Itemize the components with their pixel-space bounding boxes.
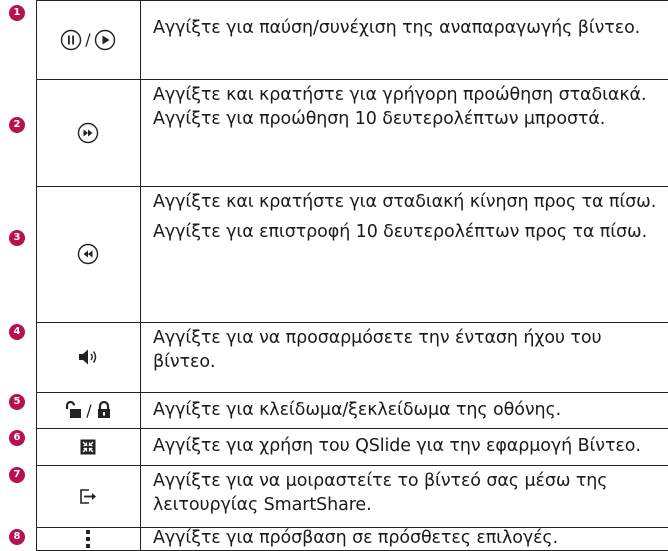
row-description: Αγγίξτε για παύση/συνέχιση της αναπαραγω… xyxy=(153,16,661,40)
row-number-badge: 2 xyxy=(9,117,25,133)
row-number-badge: 3 xyxy=(9,230,25,246)
description-paragraph: Αγγίξτε για κλείδωμα/ξεκλείδωμα της οθόν… xyxy=(153,400,562,420)
table-row: 3 Αγγίξτε και κρατήστε για σταδιακή κίνη… xyxy=(0,186,668,322)
table-row: 6 Αγγίξτε για χρήση του QSlide για την ε… xyxy=(0,428,668,465)
smartshare-icon xyxy=(80,489,96,504)
rewind-icon xyxy=(77,243,99,265)
more-options-icon xyxy=(86,530,90,548)
table-row: 7 Αγγίξτε για να μοιραστείτε το βίντεό σ… xyxy=(0,465,668,527)
description-paragraph: Αγγίξτε για χρήση του QSlide για την εφα… xyxy=(153,436,641,456)
fast-forward-icon xyxy=(77,122,99,143)
table-row: 2 Αγγίξτε και κρατήστε για γρήγορη προώθ… xyxy=(0,79,668,186)
icon-separator: / xyxy=(85,30,91,49)
play-icon xyxy=(94,29,115,50)
table-row: 4 Αγγίξτε για να προσαρμόσετε την ένταση… xyxy=(0,322,668,392)
row-description: Αγγίξτε και κρατήστε για σταδιακή κίνηση… xyxy=(153,190,661,244)
row-description: Αγγίξτε και κρατήστε για γρήγορη προώθησ… xyxy=(153,83,661,131)
description-paragraph: Αγγίξτε και κρατήστε για σταδιακή κίνηση… xyxy=(153,192,657,212)
pause-icon xyxy=(61,29,82,50)
description-paragraph: Αγγίξτε και κρατήστε για γρήγορη προώθησ… xyxy=(153,85,647,129)
icon-cell xyxy=(36,186,140,322)
table-row: 8 Αγγίξτε για πρόσβαση σε πρόσθετες επιλ… xyxy=(0,527,668,551)
row-description: Αγγίξτε για κλείδωμα/ξεκλείδωμα της οθόν… xyxy=(153,398,661,422)
row-number-badge: 7 xyxy=(9,467,25,483)
row-description: Αγγίξτε για να μοιραστείτε το βίντεό σας… xyxy=(153,469,661,517)
icon-cell xyxy=(36,465,140,527)
unlock-icon xyxy=(66,400,82,418)
qslide-icon xyxy=(80,439,96,454)
description-paragraph: Αγγίξτε για επιστροφή 10 δευτερολέπτων π… xyxy=(153,222,648,242)
volume-icon xyxy=(79,349,97,365)
table-row: 1 / Αγγίξτε για παύση/συνέχιση της αναπα… xyxy=(0,0,668,79)
icon-cell xyxy=(36,79,140,186)
lock-icon xyxy=(97,400,110,418)
row-description: Αγγίξτε για χρήση του QSlide για την εφα… xyxy=(153,434,661,458)
description-paragraph: Αγγίξτε για να προσαρμόσετε την ένταση ή… xyxy=(153,328,602,372)
table-row: 5 / Αγγίξτε για κλείδωμα/ξεκλείδωμα της … xyxy=(0,392,668,428)
row-number-badge: 4 xyxy=(9,324,25,340)
icon-cell xyxy=(36,527,140,551)
icon-cell: / xyxy=(36,0,140,79)
row-number-badge: 1 xyxy=(9,5,25,21)
row-description: Αγγίξτε για να προσαρμόσετε την ένταση ή… xyxy=(153,326,661,374)
icon-cell: / xyxy=(36,392,140,428)
icon-cell xyxy=(36,428,140,465)
description-paragraph: Αγγίξτε για παύση/συνέχιση της αναπαραγω… xyxy=(153,18,641,38)
icon-cell xyxy=(36,322,140,392)
description-paragraph: Αγγίξτε για να μοιραστείτε το βίντεό σας… xyxy=(153,471,608,515)
row-number-badge: 8 xyxy=(9,529,25,545)
row-number-badge: 5 xyxy=(9,394,25,410)
row-number-badge: 6 xyxy=(9,430,25,446)
description-paragraph: Αγγίξτε για πρόσβαση σε πρόσθετες επιλογ… xyxy=(153,528,559,548)
row-description: Αγγίξτε για πρόσβαση σε πρόσθετες επιλογ… xyxy=(153,526,661,550)
icon-separator: / xyxy=(86,400,92,420)
